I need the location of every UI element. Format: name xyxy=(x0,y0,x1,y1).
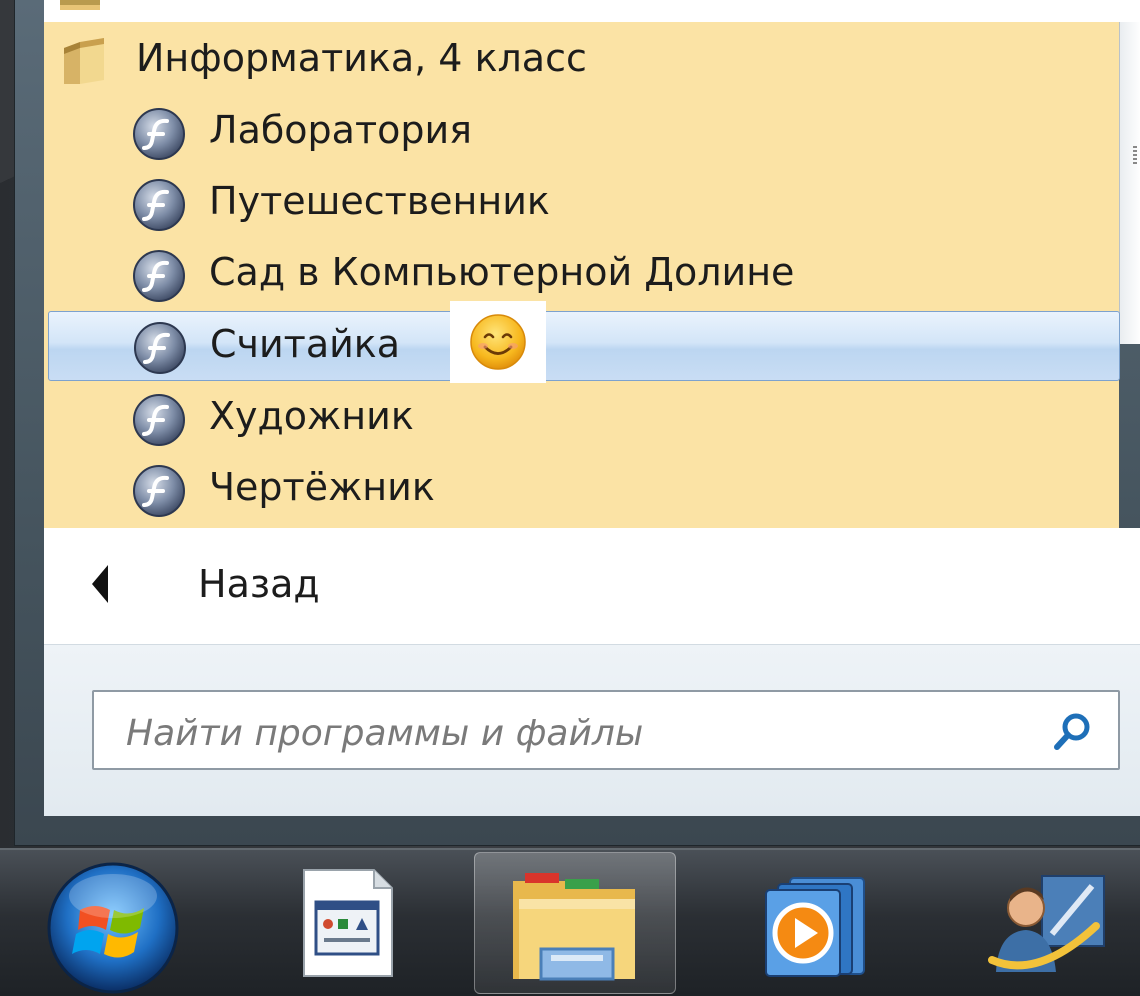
program-label: Лаборатория xyxy=(209,108,473,152)
search-input[interactable] xyxy=(124,710,1028,756)
flash-icon xyxy=(133,250,185,302)
back-label[interactable]: Назад xyxy=(198,562,320,606)
flash-icon xyxy=(134,322,186,374)
folder-label: Информатика, 4 класс xyxy=(136,36,587,80)
program-label: Чертёжник xyxy=(209,465,435,509)
program-item-traveler[interactable]: Путешественник xyxy=(44,169,1119,239)
media-player-icon[interactable] xyxy=(760,870,870,982)
flash-icon xyxy=(133,179,185,231)
user-network-icon[interactable] xyxy=(988,868,1108,980)
application-window-icon[interactable] xyxy=(296,862,400,984)
program-label: Путешественник xyxy=(209,179,550,223)
program-item-garden[interactable]: Сад в Компьютерной Долине xyxy=(44,240,1119,310)
flash-icon xyxy=(133,108,185,160)
flash-icon xyxy=(133,465,185,517)
program-item-laboratory[interactable]: Лаборатория xyxy=(44,98,1119,168)
start-menu-top xyxy=(44,0,1140,22)
program-item-draftsman[interactable]: Чертёжник xyxy=(44,455,1119,525)
scrollbar-grip[interactable] xyxy=(1133,146,1137,166)
back-arrow-icon[interactable] xyxy=(92,565,108,603)
file-explorer-icon xyxy=(513,873,635,981)
start-orb-icon[interactable] xyxy=(40,858,186,994)
folder-icon xyxy=(64,38,104,84)
folder-icon xyxy=(60,0,100,10)
program-label: Художник xyxy=(209,394,414,438)
program-item-counter[interactable]: Считайка xyxy=(48,311,1120,381)
program-label: Считайка xyxy=(210,322,401,366)
program-label: Сад в Компьютерной Долине xyxy=(209,250,795,294)
program-folder[interactable]: Информатика, 4 класс xyxy=(44,26,1119,96)
program-item-artist[interactable]: Художник xyxy=(44,384,1119,454)
file-explorer-button[interactable] xyxy=(474,852,676,994)
flash-icon xyxy=(133,394,185,446)
search-box[interactable] xyxy=(92,690,1120,770)
smiley-icon xyxy=(470,314,526,370)
smiley-sticker xyxy=(450,301,546,383)
search-icon[interactable] xyxy=(1050,710,1094,754)
scrollbar[interactable] xyxy=(1119,22,1140,344)
